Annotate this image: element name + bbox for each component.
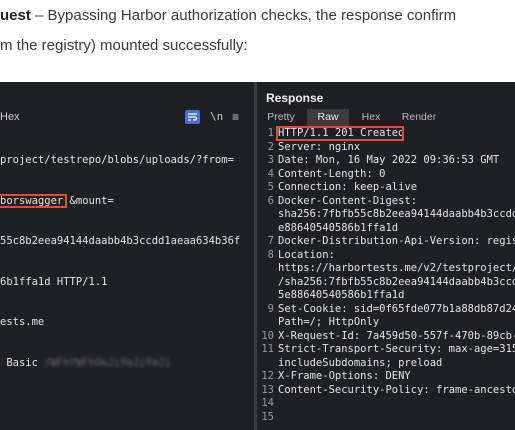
status-line-highlight [276,126,404,141]
response-line: 1 HTTP/1.1 201 Created [257,126,515,141]
response-line-text: Set-Cookie: sid=0f65fde077b1a88db87d24 [278,302,515,315]
response-line: 12 X-Frame-Options: DENY [257,370,515,384]
line-number: 5 [267,181,274,193]
response-line: https://harbortests.me/v2/testproject/ [257,262,515,276]
response-line: 9 Set-Cookie: sid=0f65fde077b1a88db87d24 [257,303,515,317]
line-number: 13 [261,383,274,396]
response-line-text: Connection: keep-alive [278,181,418,193]
request-editor[interactable]: project/testrepo/blobs/uploads/?from= bo… [0,127,240,397]
response-line-text: Server: nginx [278,140,361,153]
response-line-text: X-Frame-Options: DENY [278,370,411,382]
response-line: 7 Docker-Distribution-Api-Version: regis [257,235,515,249]
tab-render[interactable]: Render [397,109,441,126]
request-line: project/testrepo/blobs/uploads/?from= [0,154,234,166]
response-line-text: X-Request-Id: 7a459d50-557f-470b-89cb- [278,329,515,342]
response-line: 5e88640540586b1ffa1d [257,289,515,303]
request-line: ests.me [0,316,45,328]
article-bold-term: uest [0,7,31,24]
response-line: 11 Strict-Transport-Security: max-age=315 [257,343,515,357]
response-line-text: 5e88640540586b1ffa1d [278,289,405,301]
response-line: 15 [257,411,515,425]
response-line: 4 Content-Length: 0 [257,168,515,182]
line-number: 9 [267,302,274,315]
line-number: 8 [267,248,274,261]
response-title: Response [266,91,324,105]
request-line: borswagger; &mount= [0,193,240,209]
response-line-text: Content-Length: 0 [278,167,386,180]
request-line: 55c8b2eea94144daabb4b3ccdd1aeaa634b36f [0,235,241,247]
tab-raw[interactable]: Raw [307,109,349,126]
response-line: 6 Docker-Content-Digest: [257,195,515,209]
request-line: Basic YWFhYWFhOmJiYmJiYmJi [0,357,240,371]
menu-icon[interactable]: ≡ [232,110,239,124]
response-line: 13 Content-Security-Policy: frame-ancesto [257,384,515,398]
line-number: 2 [267,140,274,153]
response-line-text: Content-Security-Policy: frame-ancesto [278,383,515,396]
request-tab-hex[interactable]: Hex [0,111,20,123]
response-line-text: /sha256:7fbfb55c8b2eea94144daabb4b3ccd [278,275,515,288]
article-paragraph-line-2: m the registry) mounted successfully: [0,37,248,54]
line-number: 11 [261,343,274,355]
response-line-text: Location: [278,248,335,261]
line-number: 6 [267,194,274,207]
line-number: 4 [267,167,274,180]
response-editor[interactable]: 1 HTTP/1.1 201 Created 2 Server: nginx 3 Date… [257,126,515,425]
response-line: 5 Connection: keep-alive [257,181,515,195]
article-line-1-rest: – Bypassing Harbor authorization checks,… [30,7,457,24]
request-panel: Hex \n ≡ project/testrepo/blobs/uploads/… [0,82,254,430]
response-line: 2 Server: nginx [257,141,515,155]
request-toolbar: Hex \n ≡ [0,108,254,128]
response-line: sha256:7fbfb55c8b2eea94144daabb4b3ccdd [257,208,515,222]
response-line: includeSubdomains; preload [257,357,515,371]
wrap-lines-icon[interactable] [185,110,200,124]
response-line: e88640540586b1ffa1d [257,222,515,236]
line-number: 7 [267,235,274,247]
line-number: 10 [261,329,274,342]
response-line: Path=/; HttpOnly [257,316,515,330]
response-line: 10 X-Request-Id: 7a459d50-557f-470b-89cb- [257,330,515,344]
response-line: 3 Date: Mon, 16 May 2022 09:36:53 GMT [257,154,515,168]
article-text: uest – Bypassing Harbor authorization ch… [0,0,515,82]
redacted-credentials: YWFhYWFhOmJiYmJiYmJi [44,356,171,369]
request-line-mount: &mount= [69,194,114,207]
response-line-text: Path=/; HttpOnly [278,316,380,328]
response-line-text: Docker-Content-Digest: [278,194,418,207]
response-line-text: e88640540586b1ffa1d [278,221,399,234]
response-tabs: Pretty Raw Hex Render [257,109,515,127]
line-number: 1 [267,127,274,139]
highlight-box [0,193,67,208]
line-number: 14 [261,397,274,409]
response-line: 8 Location: [257,249,515,263]
show-newlines-toggle[interactable]: \n [210,110,223,123]
response-line-text: https://harbortests.me/v2/testproject/ [278,262,515,274]
response-line-text: Strict-Transport-Security: max-age=315 [278,343,515,355]
line-number: 15 [261,410,274,423]
response-line: /sha256:7fbfb55c8b2eea94144daabb4b3ccd [257,276,515,290]
line-number: 3 [267,154,274,166]
response-line-text: includeSubdomains; preload [278,356,443,369]
article-paragraph-line-1: uest – Bypassing Harbor authorization ch… [0,6,456,26]
auth-prefix: Basic [0,356,45,369]
response-line-text: Docker-Distribution-Api-Version: regis [278,235,515,247]
response-line: 14 [257,397,515,411]
line-number: 12 [261,370,274,382]
tab-pretty[interactable]: Pretty [263,109,299,126]
response-line-text: sha256:7fbfb55c8b2eea94144daabb4b3ccdd [278,208,515,220]
tab-hex[interactable]: Hex [355,109,387,126]
response-line-text: Date: Mon, 16 May 2022 09:36:53 GMT [278,154,500,166]
request-line: 6b1ffa1d HTTP/1.1 [0,275,108,288]
response-panel: Response Pretty Raw Hex Render 1 HTTP/1.1… [257,82,515,430]
